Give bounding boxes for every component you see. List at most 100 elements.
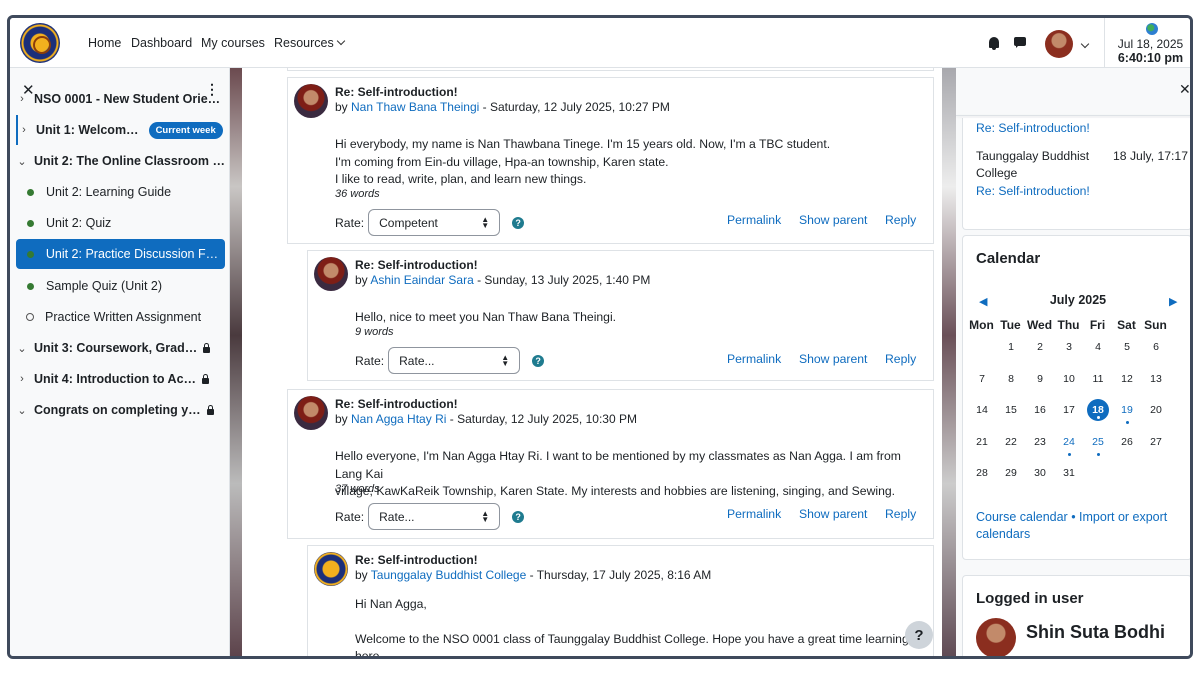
course-calendar-link[interactable]: Course calendar [976,510,1068,524]
calendar-day[interactable]: 23 [1029,431,1051,453]
course-section-item[interactable]: › Unit 4: Introduction to Ac… [16,364,225,394]
help-icon[interactable]: ? [512,510,525,523]
recent-post-link[interactable]: Re: Self-introduction! [976,183,1090,200]
word-count: 36 words [335,188,380,200]
calendar-day[interactable]: 21 [971,431,993,453]
calendar-day[interactable]: 17 [1058,399,1080,421]
course-activity-item[interactable]: Practice Written Assignment [16,302,225,332]
calendar-day[interactable]: 4 [1087,336,1109,358]
calendar-day[interactable]: 20 [1145,399,1167,421]
calendar-day[interactable]: 1 [1000,336,1022,358]
messages-icon[interactable] [1014,37,1026,48]
calendar-day[interactable]: 24 [1058,431,1080,456]
calendar-day[interactable]: 22 [1000,431,1022,453]
calendar-day[interactable]: 28 [971,462,993,484]
permalink-link[interactable]: Permalink [727,352,781,366]
chevron-down-icon[interactable] [1080,39,1090,49]
calendar-day[interactable]: 25 [1087,431,1109,456]
calendar-day[interactable]: 27 [1145,431,1167,453]
completed-dot-icon [27,282,34,290]
author-link[interactable]: Ashin Eaindar Sara [370,273,473,287]
permalink-link[interactable]: Permalink [727,507,781,521]
rating-select[interactable]: Competent ▲ ▼ [368,209,501,236]
nav-home-link[interactable]: Home [88,36,121,50]
calendar-day[interactable]: 12 [1116,368,1138,390]
course-section-item[interactable]: ⌄ Unit 3: Coursework, Grad… [16,333,225,363]
rating-select[interactable]: Rate... ▲ ▼ [368,503,501,530]
calendar-day[interactable]: 11 [1087,368,1109,390]
nav-dashboard-link[interactable]: Dashboard [131,36,192,50]
rating-select[interactable]: Rate... ▲ ▼ [388,347,521,374]
calendar-day[interactable]: 19 [1116,399,1138,424]
calendar-day[interactable]: 5 [1116,336,1138,358]
calendar-day[interactable]: 31 [1058,462,1080,484]
author-avatar[interactable] [314,257,348,291]
course-activity-item[interactable]: Unit 2: Practice Discussion For… [16,239,225,269]
course-item-label: Unit 2: Practice Discussion For… [45,247,225,261]
reply-link[interactable]: Reply [885,352,916,366]
author-link[interactable]: Nan Thaw Bana Theingi [351,100,479,114]
course-activity-item[interactable]: Unit 2: Quiz [16,208,225,238]
calendar-day[interactable]: 10 [1058,368,1080,390]
site-logo[interactable] [20,23,60,63]
calendar-day[interactable]: 29 [1000,462,1022,484]
course-activity-item[interactable]: Unit 2: Learning Guide [16,177,225,207]
show-parent-link[interactable]: Show parent [799,352,867,366]
calendar-day[interactable]: 6 [1145,336,1167,358]
nav-my-courses-link[interactable]: My courses [201,36,265,50]
close-drawer-icon[interactable]: ✕ [1179,81,1190,98]
user-menu-avatar[interactable] [1045,30,1073,58]
course-activity-item[interactable]: Sample Quiz (Unit 2) [16,271,225,301]
post-body: Hello everyone, I'm Nan Agga Htay Ri. I … [335,448,927,501]
reply-link[interactable]: Reply [885,213,916,227]
post-byline: by Ashin Eaindar Sara - Sunday, 13 July … [355,273,650,287]
calendar-day[interactable]: 16 [1029,399,1051,421]
calendar-today[interactable]: 18 [1087,399,1109,421]
chevron-down-icon[interactable]: ⌄ [16,342,28,355]
show-parent-link[interactable]: Show parent [799,507,867,521]
author-link[interactable]: Nan Agga Htay Ri [351,412,446,426]
post-date: - Saturday, 12 July 2025, 10:30 PM [446,412,637,426]
calendar-day[interactable]: 2 [1029,336,1051,358]
post-date: - Sunday, 13 July 2025, 1:40 PM [473,273,651,287]
author-avatar[interactable] [294,84,328,118]
course-section-item[interactable]: › NSO 0001 - New Student Orie… [16,84,225,114]
weekday-header: Mon [969,318,994,332]
chevron-right-icon[interactable]: › [16,93,28,105]
author-avatar[interactable] [294,396,328,430]
weekday-header: Thu [1057,318,1080,332]
help-button[interactable]: ? [905,621,933,649]
recent-post-link[interactable]: Re: Self-introduction! [976,120,1090,137]
chevron-right-icon[interactable]: › [16,373,28,385]
completed-dot-icon [27,219,34,227]
chevron-down-icon[interactable]: ⌄ [16,404,28,417]
notification-bell-icon[interactable] [989,37,999,50]
calendar-day[interactable]: 14 [971,399,993,421]
calendar-day[interactable]: 7 [971,368,993,390]
calendar-day[interactable]: 8 [1000,368,1022,390]
course-section-item[interactable]: › Unit 1: Welcom… Current week [16,115,225,145]
permalink-link[interactable]: Permalink [727,213,781,227]
course-section-item[interactable]: ⌄ Congrats on completing y… [16,395,225,425]
rating-value: Rate... [399,353,435,368]
calendar-day[interactable]: 9 [1029,368,1051,390]
calendar-day[interactable]: 3 [1058,336,1080,358]
calendar-day[interactable]: 26 [1116,431,1138,453]
help-icon[interactable]: ? [512,216,525,229]
nav-resources-menu[interactable]: Resources [274,36,345,50]
calendar-day[interactable]: 30 [1029,462,1051,484]
user-avatar[interactable] [976,618,1016,656]
author-link[interactable]: Taunggalay Buddhist College [371,568,526,582]
course-section-item[interactable]: ⌄ Unit 2: The Online Classroom … [16,146,225,176]
author-avatar[interactable] [314,552,348,586]
help-icon[interactable]: ? [532,354,545,367]
weekday-header: Fri [1089,318,1106,332]
chevron-down-icon[interactable]: ⌄ [16,155,28,168]
next-month-icon[interactable]: ▶ [1169,295,1177,308]
post-date: - Saturday, 12 July 2025, 10:27 PM [479,100,670,114]
show-parent-link[interactable]: Show parent [799,213,867,227]
reply-link[interactable]: Reply [885,507,916,521]
chevron-right-icon[interactable]: › [18,124,30,136]
calendar-day[interactable]: 15 [1000,399,1022,421]
calendar-day[interactable]: 13 [1145,368,1167,390]
